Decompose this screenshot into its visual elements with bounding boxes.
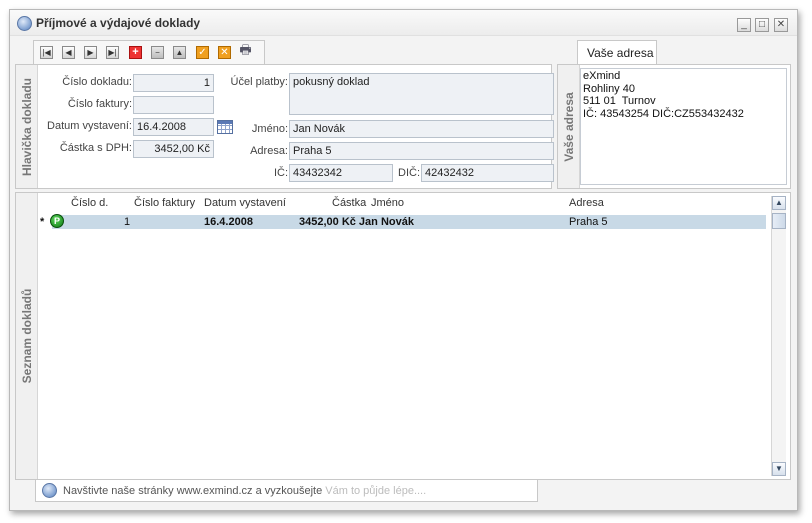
maximize-button[interactable]: □ — [755, 18, 769, 32]
status-message[interactable]: Navštivte naše stránky www.exmind.cz a v… — [63, 485, 426, 497]
document-list-panel: Seznam dokladů Číslo d. Číslo faktury Da… — [15, 192, 791, 480]
status-bar: Navštivte naše stránky www.exmind.cz a v… — [35, 480, 538, 502]
column-header-invoice-number[interactable]: Číslo faktury — [134, 197, 195, 209]
app-window: Příjmové a výdajové doklady _ □ ✕ |◀ ◀ ▶… — [9, 9, 798, 511]
payment-purpose-field[interactable]: pokusný doklad — [289, 73, 554, 115]
cell-amount-name: 3452,00 Kč Jan Novák — [299, 216, 414, 228]
window-title: Příjmové a výdajové doklady — [36, 16, 201, 30]
confirm-icon[interactable]: ✓ — [196, 46, 209, 59]
row-marker: * — [40, 216, 45, 228]
name-field[interactable]: Jan Novák — [289, 120, 554, 138]
invoice-number-field[interactable] — [133, 96, 214, 114]
ic-field[interactable]: 43432342 — [289, 164, 393, 182]
printer-icon[interactable]: 🖶 — [239, 43, 252, 57]
posted-status-icon: P — [50, 214, 64, 228]
dic-label: DIČ: — [398, 167, 420, 179]
delete-record-icon[interactable]: − — [151, 46, 164, 59]
column-header-issue-date[interactable]: Datum vystavení — [204, 197, 286, 209]
address-line: eXmind — [583, 70, 621, 82]
list-section-label: Seznam dokladů — [16, 193, 38, 479]
minimize-button[interactable]: _ — [737, 18, 751, 32]
scroll-down-icon[interactable]: ▼ — [772, 462, 786, 476]
your-address-panel: Vaše adresa eXmind Rohliny 40 511 01 Tur… — [557, 64, 791, 189]
cell-invoice-number: 1 — [124, 216, 131, 228]
vertical-scrollbar[interactable]: ▲ ▼ — [771, 196, 786, 476]
first-record-icon[interactable]: |◀ — [40, 46, 53, 59]
header-section-label: Hlavička dokladu — [16, 65, 38, 188]
address-line: 511 01 Turnov — [583, 95, 656, 107]
address-line: Rohliny 40 — [583, 82, 635, 95]
payment-purpose-label: Účel platby: — [230, 76, 288, 88]
cancel-icon[interactable]: ✕ — [218, 46, 231, 59]
next-record-icon[interactable]: ▶ — [84, 46, 97, 59]
amount-field[interactable]: 3452,00 Kč — [133, 140, 214, 158]
dic-field[interactable]: 42432432 — [421, 164, 554, 182]
app-logo-icon — [17, 16, 32, 31]
last-record-icon[interactable]: ▶| — [106, 46, 119, 59]
amount-label: Částka s DPH: — [59, 142, 132, 154]
doc-number-field[interactable]: 1 — [133, 74, 214, 92]
title-bar: Příjmové a výdajové doklady _ □ ✕ — [10, 10, 797, 36]
scroll-thumb[interactable] — [772, 213, 786, 229]
cell-issue-date: 16.4.2008 — [204, 216, 253, 228]
doc-number-label: Číslo dokladu: — [62, 76, 132, 88]
tab-your-address[interactable]: Vaše adresa — [577, 40, 657, 64]
exmind-logo-icon — [42, 483, 57, 498]
ic-label: IČ: — [273, 167, 288, 179]
column-header-name[interactable]: Jméno — [371, 197, 404, 209]
address-field[interactable]: Praha 5 — [289, 142, 554, 160]
column-header-doc-number[interactable]: Číslo d. — [71, 197, 108, 209]
record-toolbar: |◀ ◀ ▶ ▶| + − ▲ ✓ ✕ 🖶 — [33, 40, 265, 64]
close-button[interactable]: ✕ — [774, 18, 788, 32]
issue-date-label: Datum vystavení: — [47, 120, 132, 132]
cell-address: Praha 5 — [569, 216, 608, 228]
add-record-icon[interactable]: + — [129, 46, 142, 59]
address-line: IČ: 43543254 DIČ:CZ553432432 — [583, 107, 744, 120]
issue-date-field[interactable]: 16.4.2008 — [133, 118, 214, 136]
move-up-icon[interactable]: ▲ — [173, 46, 186, 59]
your-address-text[interactable]: eXmind Rohliny 40 511 01 Turnov IČ: 4354… — [580, 68, 787, 185]
address-section-label: Vaše adresa — [558, 65, 580, 188]
name-label: Jméno: — [251, 123, 288, 135]
column-header-address[interactable]: Adresa — [569, 197, 604, 209]
address-label: Adresa: — [250, 145, 288, 157]
previous-record-icon[interactable]: ◀ — [62, 46, 75, 59]
column-header-amount[interactable]: Částka — [332, 197, 366, 209]
invoice-number-label: Číslo faktury: — [67, 98, 132, 110]
scroll-up-icon[interactable]: ▲ — [772, 196, 786, 210]
document-header-panel: Hlavička dokladu Číslo dokladu: 1 Číslo … — [15, 64, 554, 189]
